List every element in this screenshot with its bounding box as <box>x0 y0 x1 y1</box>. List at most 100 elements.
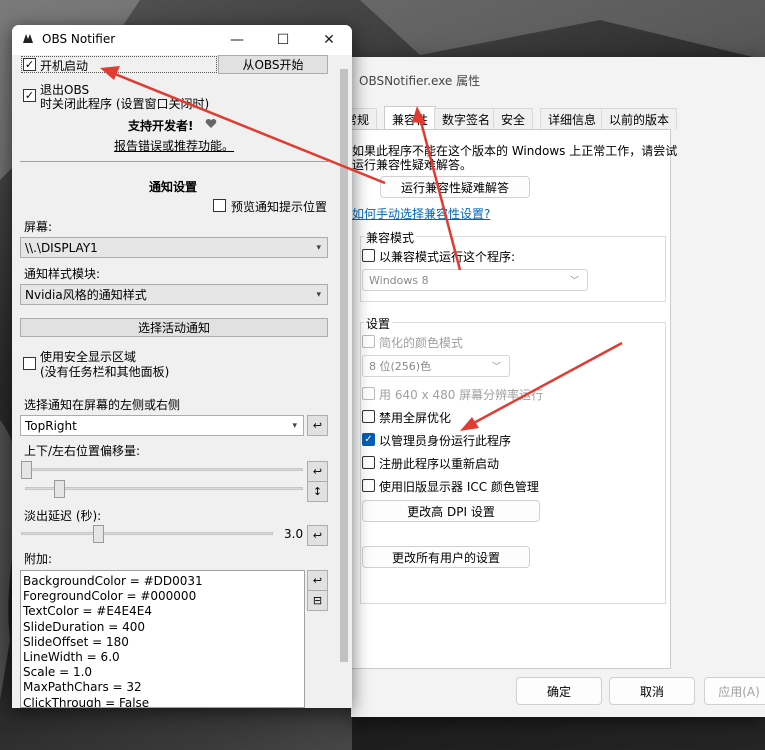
preview-position-label: 预览通知提示位置 <box>231 200 328 214</box>
toolbox-button[interactable]: ⊟ <box>307 590 328 611</box>
register-restart-label: 注册此程序以重新启动 <box>379 457 500 471</box>
addon-line: MaxPathChars = 32 <box>23 680 142 695</box>
addon-line: ForegroundColor = #000000 <box>23 589 197 604</box>
reset-side-button[interactable]: ↩ <box>307 415 328 436</box>
exit-with-obs-line2: 时关闭此程序 (设置窗口关闭时) <box>40 97 210 111</box>
disable-fullscreen-checkbox[interactable] <box>362 410 375 423</box>
tab-bar: 常规 兼容性 数字签名 安全 详细信息 以前的版本 <box>337 106 765 131</box>
swap-icon: ↕ <box>312 485 323 498</box>
reset-icon: ↩ <box>312 419 323 432</box>
toolbox-icon: ⊟ <box>312 594 323 607</box>
legacy-icc-checkbox[interactable] <box>362 479 375 492</box>
addon-line: TextColor = #E4E4E4 <box>23 604 152 619</box>
run-as-admin-checkbox[interactable]: ✓ <box>362 433 375 446</box>
cancel-button[interactable]: 取消 <box>609 677 695 705</box>
style-module-select[interactable]: Nvidia风格的通知样式 ▾ <box>20 284 328 305</box>
safe-area-line2: (没有任务栏和其他面板) <box>40 365 170 379</box>
compat-mode-checkbox[interactable] <box>362 249 375 262</box>
reset-fade-button[interactable]: ↩ <box>307 525 328 546</box>
tab-digital-signature[interactable]: 数字签名 <box>434 108 499 130</box>
fade-delay-value: 3.0 <box>284 527 304 541</box>
obs-notifier-window: OBS Notifier — ☐ ✕ ✓ 开机启动 从OBS开始 ✓ 退出OBS… <box>12 25 352 708</box>
addon-line: LineWidth = 6.0 <box>23 650 120 665</box>
ok-button[interactable]: 确定 <box>516 677 602 705</box>
disable-fullscreen-label: 禁用全屏优化 <box>379 411 452 425</box>
addon-line: SlideDuration = 400 <box>23 619 145 634</box>
addon-line: ClickThrough = False <box>23 695 150 708</box>
select-active-notification-button[interactable]: 选择活动通知 <box>20 318 328 337</box>
manual-settings-link[interactable]: 如何手动选择兼容性设置? <box>352 205 490 222</box>
res-640-checkbox[interactable] <box>362 387 375 400</box>
addon-line: SlideOffset = 180 <box>23 634 129 649</box>
compat-mode-label: 以兼容模式运行这个程序: <box>379 250 516 264</box>
high-dpi-button[interactable]: 更改高 DPI 设置 <box>362 500 540 522</box>
offset-vertical-slider[interactable] <box>25 480 303 498</box>
side-value: TopRight <box>25 418 77 433</box>
chevron-down-icon: ﹀ <box>569 276 579 287</box>
support-developer-link[interactable]: 支持开发者! <box>128 117 193 134</box>
startup-checkbox[interactable]: ✓ <box>23 58 36 71</box>
slider-track <box>21 532 273 535</box>
offset-horizontal-slider[interactable] <box>21 461 303 479</box>
reset-icon: ↩ <box>312 574 323 587</box>
scrollbar-thumb[interactable] <box>340 69 348 662</box>
vertical-scrollbar[interactable] <box>336 55 352 708</box>
intro-line-2: 运行兼容性疑难解答。 <box>352 158 473 172</box>
side-label: 选择通知在屏幕的左侧或右侧 <box>24 398 181 412</box>
tab-previous-versions[interactable]: 以前的版本 <box>601 108 678 130</box>
style-module-label: 通知样式模块: <box>24 267 101 281</box>
reset-offset-button[interactable]: ↩ <box>307 461 328 482</box>
side-select[interactable]: TopRight ▾ <box>20 415 304 436</box>
screen-value: \\.\DISPLAY1 <box>25 240 98 255</box>
color-depth-value: 8 位(256)色 <box>369 360 432 373</box>
divider <box>20 161 328 162</box>
slider-thumb[interactable] <box>54 480 65 498</box>
apply-button[interactable]: 应用(A) <box>704 677 765 705</box>
compatibility-panel: 如果此程序不能在这个版本的 Windows 上正常工作，请尝试 运行兼容性疑难解… <box>351 129 677 669</box>
fade-delay-label: 淡出延迟 (秒): <box>24 509 102 523</box>
compat-mode-value: Windows 8 <box>369 273 429 287</box>
minimize-button[interactable]: — <box>214 25 260 55</box>
addon-label: 附加: <box>24 552 53 566</box>
chevron-down-icon: ▾ <box>316 289 321 300</box>
addon-textarea[interactable]: BackgroundColor = #DD0031 ForegroundColor… <box>20 570 305 708</box>
register-restart-checkbox[interactable] <box>362 456 375 469</box>
close-button[interactable]: ✕ <box>306 25 352 55</box>
addon-line: BackgroundColor = #DD0031 <box>23 574 203 588</box>
tab-compatibility[interactable]: 兼容性 <box>384 106 437 131</box>
swap-offset-button[interactable]: ↕ <box>307 481 328 502</box>
window-title: OBS Notifier <box>42 32 116 46</box>
dialog-title: OBSNotifier.exe 属性 <box>359 74 481 88</box>
chevron-down-icon: ▾ <box>316 242 321 253</box>
tab-security[interactable]: 安全 <box>493 108 534 130</box>
screen-select[interactable]: \\.\DISPLAY1 ▾ <box>20 237 328 258</box>
title-bar: OBS Notifier — ☐ ✕ <box>12 25 352 55</box>
preview-position-checkbox[interactable] <box>213 199 226 212</box>
all-users-button[interactable]: 更改所有用户的设置 <box>362 546 530 568</box>
fade-delay-slider[interactable] <box>21 525 273 543</box>
maximize-button[interactable]: ☐ <box>260 25 306 55</box>
heart-icon <box>205 118 217 128</box>
obs-notifier-app-icon <box>23 34 33 43</box>
start-from-obs-button[interactable]: 从OBS开始 <box>218 55 328 74</box>
reduced-color-checkbox[interactable] <box>362 335 375 348</box>
reset-addon-button[interactable]: ↩ <box>307 570 328 591</box>
compat-mode-select[interactable]: Windows 8 ﹀ <box>362 269 588 291</box>
compat-mode-group-label: 兼容模式 <box>364 229 417 246</box>
style-module-value: Nvidia风格的通知样式 <box>25 288 147 302</box>
offset-label: 上下/左右位置偏移量: <box>24 444 141 458</box>
slider-thumb[interactable] <box>21 461 32 479</box>
report-bug-link[interactable]: 报告错误或推荐功能。 <box>114 137 234 154</box>
troubleshoot-button[interactable]: 运行兼容性疑难解答 <box>380 176 530 198</box>
slider-thumb[interactable] <box>93 525 104 543</box>
tab-details[interactable]: 详细信息 <box>540 108 605 130</box>
addon-line: Scale = 1.0 <box>23 665 93 680</box>
reset-icon: ↩ <box>312 529 323 542</box>
safe-area-checkbox[interactable] <box>23 357 36 370</box>
slider-track <box>25 487 303 490</box>
color-depth-select[interactable]: 8 位(256)色 ﹀ <box>362 355 510 377</box>
run-as-admin-label: 以管理员身份运行此程序 <box>379 434 512 448</box>
exit-with-obs-checkbox[interactable]: ✓ <box>23 89 36 102</box>
chevron-down-icon: ﹀ <box>491 362 501 373</box>
notification-settings-heading: 通知设置 <box>149 180 198 194</box>
